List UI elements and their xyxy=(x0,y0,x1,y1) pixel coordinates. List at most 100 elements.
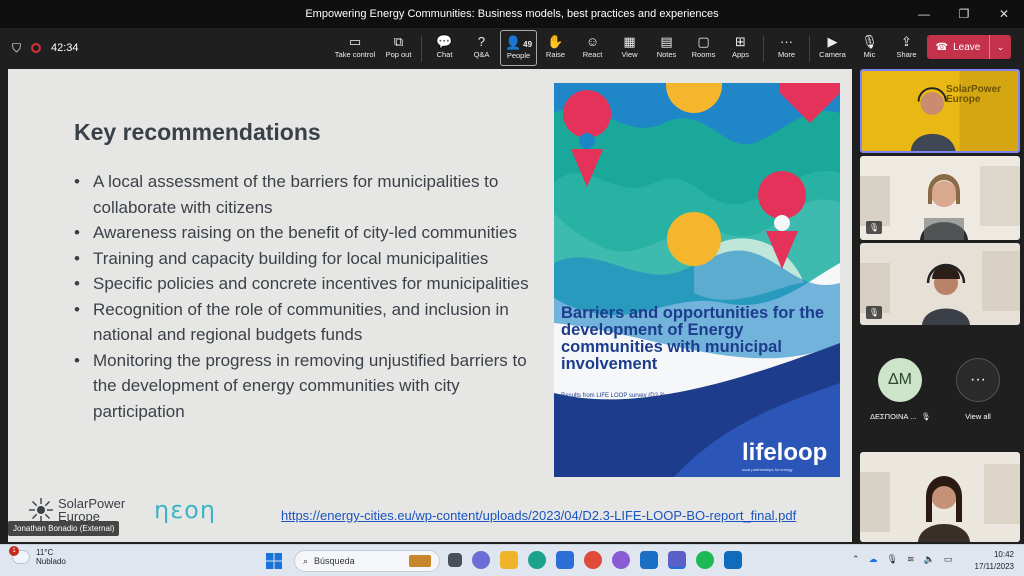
shield-icon: ⛉ xyxy=(12,40,22,55)
taskbar-clock[interactable]: 10:42 17/11/2023 xyxy=(975,549,1014,573)
view-all-tile[interactable]: ··· View all xyxy=(950,358,1006,421)
participant-avatar-tile[interactable]: ΔΜ ΔΕΣΠΟΙΝΑ ... 🎙 xyxy=(870,358,931,421)
presenter-name-tag: Jonathan Bonadio (External) xyxy=(8,521,120,536)
notification-badge: 1 xyxy=(9,546,19,556)
weather-temp: 11°C xyxy=(36,548,54,557)
chevron-down-icon[interactable]: ⌄ xyxy=(989,35,1011,59)
battery-icon[interactable]: ▭ xyxy=(944,554,953,565)
toolbar-people-button[interactable]: 👤 49 People xyxy=(500,30,537,66)
more-icon[interactable]: ··· xyxy=(956,358,1000,402)
app-icon[interactable] xyxy=(612,551,630,569)
chrome-icon[interactable] xyxy=(584,551,602,569)
mic-off-icon: 🎙 xyxy=(866,306,882,319)
toolbar-pop-out-button[interactable]: ⧉ Pop out xyxy=(380,30,417,66)
leave-button[interactable]: ☎ Leave ⌄ xyxy=(927,35,1011,59)
report-title: Barriers and opportunities for the devel… xyxy=(561,304,825,373)
toolbar-button-label: More xyxy=(777,50,796,59)
minimize-icon[interactable]: — xyxy=(904,0,944,28)
weather-desc: Nublado xyxy=(36,557,66,566)
search-highlight-icon xyxy=(409,555,431,567)
speaker-icon[interactable]: 🔈 xyxy=(924,554,935,565)
participant-tile-4[interactable] xyxy=(860,452,1020,542)
lifeloop-logo: lifeloop xyxy=(742,439,828,466)
react-icon: ☺ xyxy=(585,34,600,49)
participant-2-video xyxy=(860,156,1020,240)
more-icon: ··· xyxy=(780,34,793,49)
recommendation-item: Specific policies and concrete incentive… xyxy=(74,271,554,297)
solarpower-europe-logo: SolarPower Europe xyxy=(28,497,125,523)
recommendation-list: A local assessment of the barriers for m… xyxy=(74,169,554,424)
store-icon[interactable] xyxy=(556,551,574,569)
toolbar-mic-off-button[interactable]: 🎙 Mic xyxy=(851,30,888,66)
restore-icon[interactable]: ❐ xyxy=(944,0,984,28)
close-icon[interactable]: ✕ xyxy=(984,0,1024,28)
toolbar-camera-button[interactable]: ▶ Camera xyxy=(814,30,851,66)
people-count: 49 xyxy=(523,40,533,49)
edge-icon[interactable] xyxy=(528,551,546,569)
report-subtitle: Results from LIFE LOOP survey (D2.3) xyxy=(561,393,665,399)
search-icon: ⌕ xyxy=(303,555,309,566)
recommendation-item: Recognition of the role of communities, … xyxy=(74,297,554,348)
title-bar: Empowering Energy Communities: Business … xyxy=(0,0,1024,28)
slide-title: Key recommendations xyxy=(74,119,321,145)
meeting-toolbar: ⛉ 42:34 ▭ Take control ⧉ Pop out 💬 Chat? Q&A 👤 4… xyxy=(0,28,1024,68)
raise-hand-icon: ✋ xyxy=(547,34,564,49)
recommendation-item: A local assessment of the barriers for m… xyxy=(74,169,554,220)
camera-icon: ▶ xyxy=(827,34,838,49)
view-all-label: View all xyxy=(965,412,991,421)
toolbar-apps-button[interactable]: ⊞ Apps xyxy=(722,30,759,66)
taskbar-apps xyxy=(448,551,742,569)
report-author: Antonia Proka (REScoop.eu) xyxy=(561,423,639,429)
taskbar-search[interactable]: ⌕ Búsqueda xyxy=(294,550,440,572)
search-placeholder: Búsqueda xyxy=(314,556,355,566)
report-cover-artwork xyxy=(554,83,840,477)
toolbar-rooms-button[interactable]: ▢ Rooms xyxy=(685,30,722,66)
toolbar-button-label: Raise xyxy=(545,50,566,59)
toolbar-view-button[interactable]: ▦ View xyxy=(611,30,648,66)
system-tray: ⌃ ☁ 🎙 ≋ 🔈 ▭ xyxy=(852,554,952,565)
spotify-icon[interactable] xyxy=(696,551,714,569)
view-icon: ▦ xyxy=(623,34,636,49)
teams-icon[interactable] xyxy=(668,551,686,569)
avatar: ΔΜ xyxy=(878,358,922,402)
window-controls: — ❐ ✕ xyxy=(904,0,1024,28)
participant-tile-3[interactable]: 🎙 xyxy=(860,243,1020,325)
teams-chat-icon[interactable] xyxy=(472,551,490,569)
weather-widget[interactable]: 1 11°C Nublado xyxy=(9,546,66,566)
windows-start-icon[interactable] xyxy=(266,553,282,569)
toolbar-notes-button[interactable]: ▤ Notes xyxy=(648,30,685,66)
toolbar-raise-hand-button[interactable]: ✋ Raise xyxy=(537,30,574,66)
toolbar-button-label: Take control xyxy=(334,50,376,59)
outlook-icon[interactable] xyxy=(640,551,658,569)
participant-tile-2[interactable]: 🎙 xyxy=(860,156,1020,240)
toolbar-qa-button[interactable]: ? Q&A xyxy=(463,30,500,66)
chevron-up-icon[interactable]: ⌃ xyxy=(852,554,860,565)
task-view-icon[interactable] xyxy=(448,553,462,567)
windows-taskbar: 1 11°C Nublado ⌕ Búsqueda ⌃ ☁ 🎙 ≋ 🔈 ▭ 10… xyxy=(0,544,1024,576)
toolbar-take-control-button[interactable]: ▭ Take control xyxy=(330,30,380,66)
rooms-icon: ▢ xyxy=(697,34,710,49)
onedrive-icon[interactable]: ☁ xyxy=(869,554,878,565)
participant-tile-speaker[interactable]: SolarPower Europe xyxy=(860,69,1020,153)
recommendation-item: Monitoring the progress in removing unju… xyxy=(74,348,554,425)
chat-icon: 💬 xyxy=(436,34,453,49)
people-icon: 👤 49 xyxy=(504,35,533,50)
toolbar-button-label: Notes xyxy=(656,50,677,59)
toolbar-more-button[interactable]: ··· More xyxy=(768,30,805,66)
participant-name: ΔΕΣΠΟΙΝΑ ... xyxy=(870,412,917,421)
mic-off-icon[interactable]: 🎙 xyxy=(887,554,898,565)
participant-3-video xyxy=(860,243,1020,325)
leave-label: Leave xyxy=(953,41,981,53)
toolbar-button-label: Rooms xyxy=(691,50,716,59)
toolbar-button-label: People xyxy=(506,51,531,60)
report-link[interactable]: https://energy-cities.eu/wp-content/uplo… xyxy=(281,508,796,523)
wifi-icon[interactable]: ≋ xyxy=(907,554,915,565)
outlook-new-icon[interactable] xyxy=(724,551,742,569)
take-control-icon: ▭ xyxy=(348,34,362,49)
file-explorer-icon[interactable] xyxy=(500,551,518,569)
toolbar-react-button[interactable]: ☺ React xyxy=(574,30,611,66)
meeting-timer: 42:34 xyxy=(51,42,79,54)
toolbar-share-button[interactable]: ⇪ Share xyxy=(888,30,925,66)
toolbar-chat-button[interactable]: 💬 Chat xyxy=(426,30,463,66)
clock-time: 10:42 xyxy=(993,550,1014,559)
